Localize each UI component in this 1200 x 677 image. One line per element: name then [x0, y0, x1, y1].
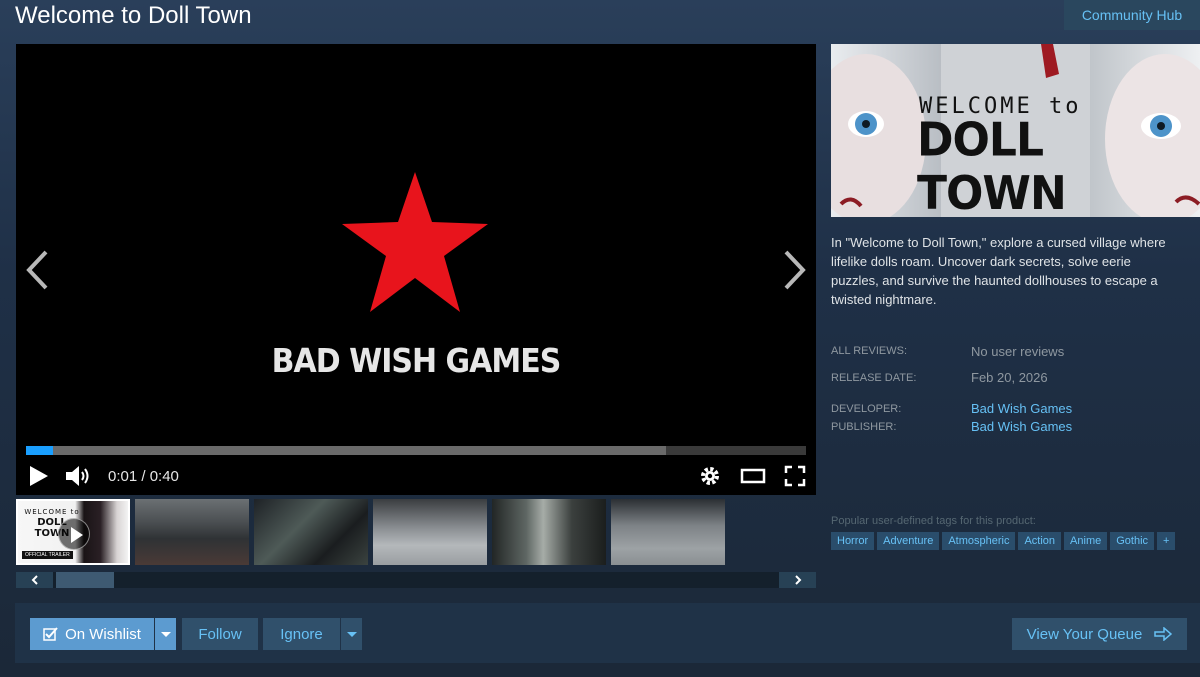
gear-icon[interactable] [698, 464, 722, 488]
page-title: Welcome to Doll Town [15, 2, 252, 29]
header-capsule-image: WELCOME to DOLL TOWN [831, 44, 1200, 217]
media-thumbnails: WELCOME to DOLL TOWN OFFICIAL TRAILER [16, 499, 726, 567]
community-hub-button[interactable]: Community Hub [1064, 0, 1200, 30]
thumbnail-screenshot[interactable] [492, 499, 606, 565]
buffered-bar [26, 446, 666, 455]
publisher-link[interactable]: Bad Wish Games [971, 419, 1072, 434]
tag-more-button[interactable]: + [1157, 532, 1176, 550]
reviews-value: No user reviews [971, 344, 1065, 359]
thumbnail-image [135, 499, 249, 565]
publisher-label: PUBLISHER: [831, 421, 897, 433]
studio-name: BAD WISH GAMES [271, 342, 562, 381]
scroll-right-button[interactable] [779, 572, 816, 588]
reviews-label: ALL REVIEWS: [831, 345, 908, 357]
thumbnail-logo-line1: WELCOME to [24, 508, 80, 516]
tag-anime[interactable]: Anime [1064, 532, 1108, 550]
tag-adventure[interactable]: Adventure [877, 532, 940, 550]
fullscreen-icon[interactable] [784, 465, 806, 487]
thumbnail-screenshot[interactable] [611, 499, 725, 565]
thumbnail-image [492, 499, 606, 565]
theater-mode-icon[interactable] [740, 467, 766, 485]
queue-action-bar: On Wishlist Follow Ignore View Your Queu… [15, 603, 1200, 663]
ignore-button[interactable]: Ignore [263, 618, 340, 650]
thumbnail-trailer[interactable]: WELCOME to DOLL TOWN OFFICIAL TRAILER [16, 499, 130, 565]
release-date-label: RELEASE DATE: [831, 372, 917, 384]
capsule-title-line2: DOLL TOWN [917, 113, 1067, 217]
chevron-right-icon [794, 575, 801, 585]
previous-media-icon[interactable] [24, 249, 50, 291]
view-queue-label: View Your Queue [1026, 625, 1143, 643]
trailer-badge: OFFICIAL TRAILER [22, 551, 73, 559]
thumbnail-screenshot[interactable] [254, 499, 368, 565]
wishlist-dropdown-button[interactable] [155, 618, 176, 650]
thumbnail-image [611, 499, 725, 565]
video-player[interactable]: BAD WISH GAMES 0:01 / 0:40 [16, 44, 816, 495]
play-icon[interactable] [28, 464, 50, 488]
scroll-left-button[interactable] [16, 572, 53, 588]
chevron-down-icon [346, 631, 357, 637]
next-media-icon[interactable] [782, 249, 808, 291]
star-logo-icon [342, 172, 488, 312]
tag-action[interactable]: Action [1018, 532, 1062, 550]
chevron-down-icon [160, 631, 171, 637]
arrow-right-icon [1154, 627, 1173, 641]
tag-list: Horror Adventure Atmospheric Action Anim… [831, 532, 1176, 550]
thumbnail-image [373, 499, 487, 565]
wishlist-button[interactable]: On Wishlist [30, 618, 154, 650]
game-description: In "Welcome to Doll Town," explore a cur… [831, 235, 1166, 307]
tag-atmospheric[interactable]: Atmospheric [942, 532, 1016, 550]
scroll-track[interactable] [53, 572, 779, 588]
video-controls: 0:01 / 0:40 [28, 462, 806, 490]
thumbnail-screenshot[interactable] [373, 499, 487, 565]
wishlist-label: On Wishlist [65, 625, 141, 643]
played-bar [26, 446, 53, 455]
thumbnail-image [254, 499, 368, 565]
ignore-dropdown-button[interactable] [341, 618, 362, 650]
release-date-value: Feb 20, 2026 [971, 370, 1048, 385]
thumbnail-screenshot[interactable] [135, 499, 249, 565]
chevron-left-icon [31, 575, 38, 585]
volume-icon[interactable] [64, 464, 92, 488]
follow-button[interactable]: Follow [182, 618, 258, 650]
time-display: 0:01 / 0:40 [108, 467, 179, 485]
checkbox-checked-icon [43, 627, 58, 641]
tags-label: Popular user-defined tags for this produ… [831, 515, 1036, 527]
scroll-handle[interactable] [56, 572, 114, 588]
play-circle-icon [58, 518, 90, 550]
tag-gothic[interactable]: Gothic [1110, 532, 1155, 550]
tag-horror[interactable]: Horror [831, 532, 875, 550]
view-queue-button[interactable]: View Your Queue [1012, 618, 1187, 650]
thumbnail-scrollbar[interactable] [16, 572, 816, 588]
developer-link[interactable]: Bad Wish Games [971, 401, 1072, 416]
developer-label: DEVELOPER: [831, 403, 902, 415]
video-progress-bar[interactable] [26, 446, 806, 455]
